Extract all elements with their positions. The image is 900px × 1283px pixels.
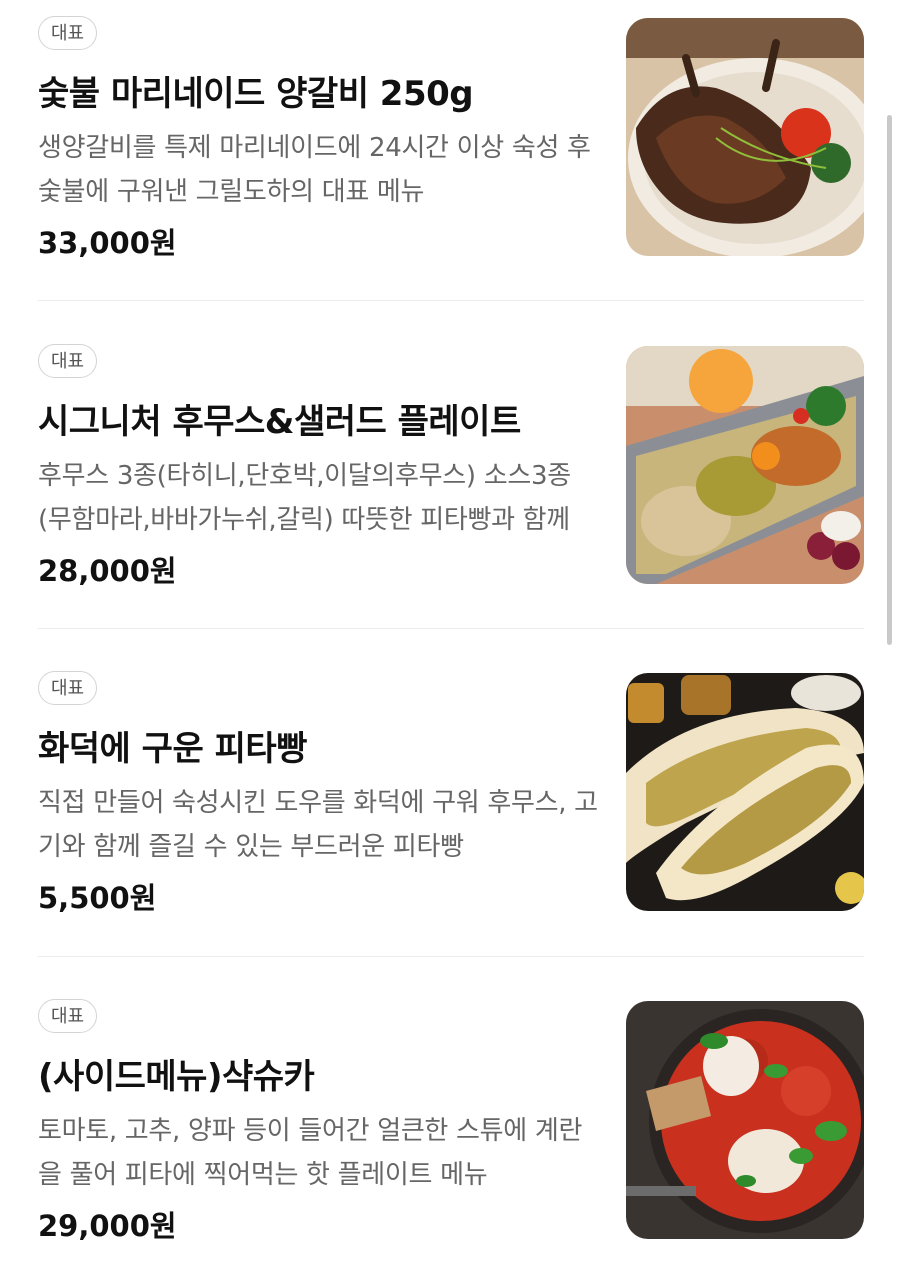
grilled-lamb-ribs-photo[interactable] <box>626 18 864 256</box>
pita-image-drawing <box>626 673 864 911</box>
menu-item-name: 화덕에 구운 피타빵 <box>38 729 307 769</box>
lamb-image-drawing <box>626 18 864 256</box>
menu-item-description: 후무스 3종(타히니,단호박,이달의후무스) 소스3종(무함마라,바바가누쉬,갈… <box>38 461 571 535</box>
menu-item-name: 숯불 마리네이드 양갈비 250g <box>38 74 474 114</box>
featured-badge: 대표 <box>38 999 98 1033</box>
hummus-image-drawing <box>626 346 864 584</box>
menu-item-description: 토마토, 고추, 양파 등이 들어간 얼큰한 스튜에 계란을 풀어 피타에 찍어… <box>38 1116 583 1190</box>
menu-item-description: 생양갈비를 특제 마리네이드에 24시간 이상 숙성 후 숯불에 구워낸 그릴도… <box>38 133 591 207</box>
menu-item[interactable]: 대표 숯불 마리네이드 양갈비 250g 생양갈비를 특제 마리네이드에 24시… <box>38 16 864 260</box>
featured-badge: 대표 <box>38 671 98 705</box>
menu-item[interactable]: 대표 화덕에 구운 피타빵 직접 만들어 숙성시킨 도우를 화덕에 구워 후무스… <box>38 671 864 915</box>
menu-item-price: 28,000원 <box>38 554 177 588</box>
menu-item[interactable]: 대표 (사이드메뉴)샥슈카 토마토, 고추, 양파 등이 들어간 얼큰한 스튜에… <box>38 999 864 1243</box>
pita-bread-photo[interactable] <box>626 673 864 911</box>
divider <box>38 956 864 957</box>
hummus-salad-plate-photo[interactable] <box>626 346 864 584</box>
scrollbar[interactable] <box>887 115 892 645</box>
menu-item-price: 5,500원 <box>38 881 157 915</box>
featured-badge: 대표 <box>38 344 98 378</box>
menu-item-description: 직접 만들어 숙성시킨 도우를 화덕에 구워 후무스, 고기와 함께 즐길 수 … <box>38 788 598 862</box>
menu-item-price: 33,000원 <box>38 226 177 260</box>
menu-item[interactable]: 대표 시그니처 후무스&샐러드 플레이트 후무스 3종(타히니,단호박,이달의후… <box>38 344 864 588</box>
menu-item-name: 시그니처 후무스&샐러드 플레이트 <box>38 402 521 442</box>
shakshuka-photo[interactable] <box>626 1001 864 1239</box>
featured-badge: 대표 <box>38 16 98 50</box>
divider <box>38 300 864 301</box>
menu-item-name: (사이드메뉴)샥슈카 <box>38 1057 315 1097</box>
menu-item-price: 29,000원 <box>38 1209 177 1243</box>
divider <box>38 628 864 629</box>
shakshuka-image-drawing <box>626 1001 864 1239</box>
